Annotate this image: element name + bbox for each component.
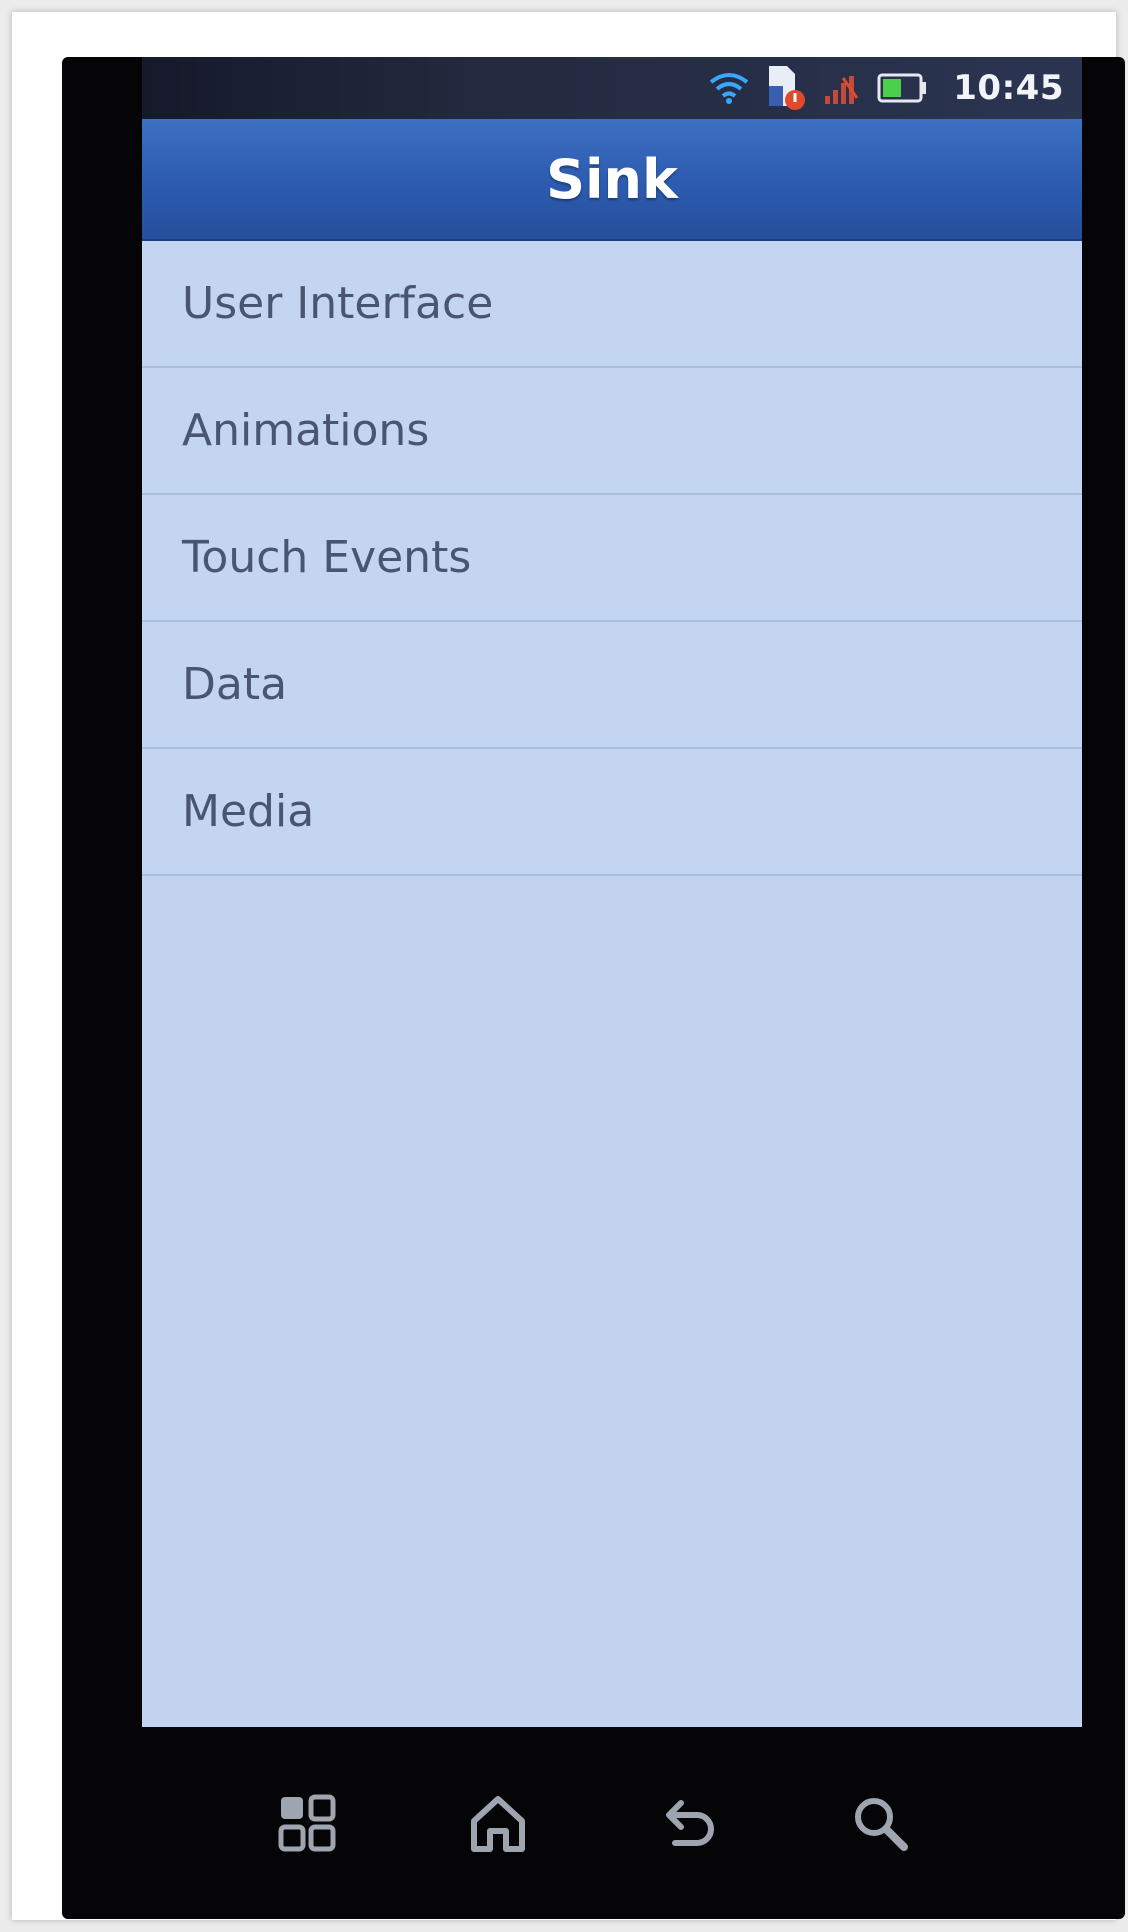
menu-item-media[interactable]: Media <box>142 749 1082 876</box>
menu-item-label: Data <box>182 659 288 710</box>
search-icon[interactable] <box>840 1783 920 1863</box>
notification-icon <box>765 64 809 112</box>
menu-item-animations[interactable]: Animations <box>142 368 1082 495</box>
menu-item-label: Animations <box>182 405 430 456</box>
home-icon[interactable] <box>458 1783 538 1863</box>
title-bar: Sink <box>142 119 1082 241</box>
battery-icon <box>877 71 929 105</box>
menu-list: User Interface Animations Touch Events D… <box>142 241 1082 876</box>
phone-device: 10:45 Sink User Interface Animations Tou… <box>62 57 1125 1919</box>
status-bar: 10:45 <box>142 57 1082 119</box>
navigation-bar <box>62 1727 1125 1919</box>
menu-item-data[interactable]: Data <box>142 622 1082 749</box>
status-time: 10:45 <box>953 68 1064 108</box>
menu-item-label: Media <box>182 786 315 837</box>
page-frame: 10:45 Sink User Interface Animations Tou… <box>12 12 1125 1920</box>
menu-icon[interactable] <box>267 1783 347 1863</box>
wifi-icon <box>707 70 751 106</box>
menu-item-label: Touch Events <box>182 532 472 583</box>
signal-icon <box>823 68 863 108</box>
app-title: Sink <box>546 147 678 211</box>
menu-item-touch-events[interactable]: Touch Events <box>142 495 1082 622</box>
menu-item-user-interface[interactable]: User Interface <box>142 241 1082 368</box>
back-icon[interactable] <box>649 1783 729 1863</box>
phone-screen: 10:45 Sink User Interface Animations Tou… <box>142 57 1082 1727</box>
menu-item-label: User Interface <box>182 278 494 329</box>
